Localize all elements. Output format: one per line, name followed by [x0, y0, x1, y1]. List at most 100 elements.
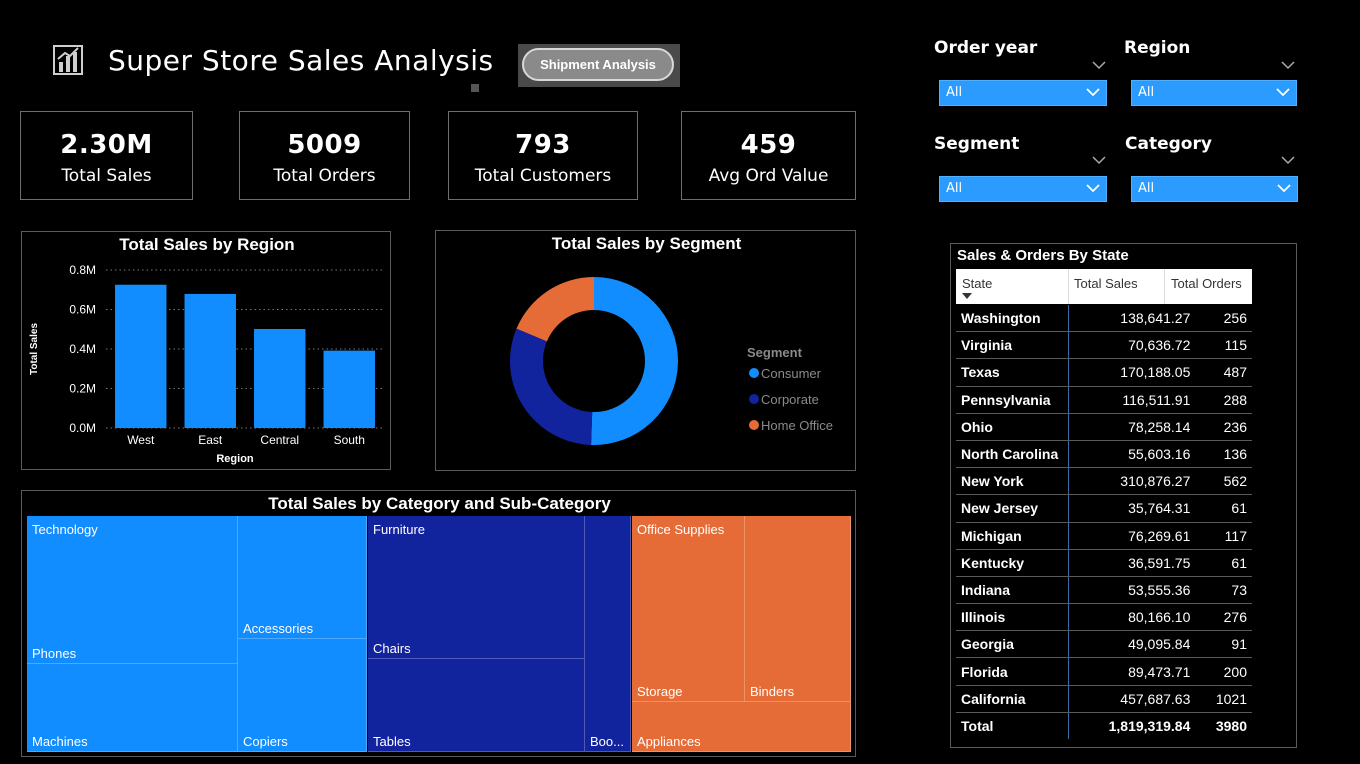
table-row[interactable]: Kentucky 36,591.75 61 — [956, 549, 1252, 577]
chevron-down-icon[interactable] — [1281, 155, 1295, 165]
divider — [1164, 269, 1165, 304]
total-orders-cell: 200 — [1195, 657, 1252, 686]
treemap-cell[interactable]: Copiers — [238, 639, 367, 752]
total-sales-cell: 35,764.31 — [1068, 494, 1196, 523]
treemap-item-label: Accessories — [243, 621, 314, 636]
total-orders-cell: 61 — [1195, 494, 1252, 523]
table-row[interactable]: Illinois 80,166.10 276 — [956, 603, 1252, 632]
table-row[interactable]: North Carolina 55,603.16 136 — [956, 440, 1252, 469]
divider — [1068, 269, 1069, 304]
legend-item[interactable]: Consumer — [761, 366, 822, 381]
treemap-item-label: Machines — [32, 734, 88, 749]
bar[interactable] — [184, 293, 236, 428]
chevron-down-icon — [1086, 88, 1100, 97]
total-sales-cell: 49,095.84 — [1068, 630, 1196, 659]
table-row[interactable]: New Jersey 35,764.31 61 — [956, 494, 1252, 523]
treemap-item-label: Appliances — [637, 734, 701, 749]
kpi-label: Total Sales — [61, 166, 152, 186]
treemap-item-label: Tables — [373, 734, 411, 749]
treemap-cell[interactable]: Machines — [27, 664, 238, 752]
kpi-value: 459 — [740, 130, 797, 160]
total-sales-cell: 89,473.71 — [1068, 657, 1196, 686]
treemap-cell[interactable]: Binders — [745, 516, 851, 702]
column-header-state[interactable]: State — [962, 276, 992, 299]
total-orders-cell: 117 — [1195, 522, 1252, 550]
chart-title: Total Sales by Segment — [551, 234, 742, 253]
legend-title: Segment — [747, 345, 803, 360]
state-name-cell: Florida — [956, 657, 1069, 686]
y-tick-label: 0.2M — [69, 382, 96, 396]
bar[interactable] — [254, 329, 306, 428]
treemap-cell[interactable]: Accessories — [238, 516, 367, 639]
kpi-label: Avg Ord Value — [708, 166, 829, 186]
total-orders-cell: 61 — [1195, 549, 1252, 577]
table-row[interactable]: Texas 170,188.05 487 — [956, 358, 1252, 387]
donut-slice[interactable] — [591, 277, 678, 445]
y-tick-label: 0.0M — [69, 421, 96, 435]
table-row[interactable]: Indiana 53,555.36 73 — [956, 576, 1252, 605]
treemap-cell[interactable]: Furniture Chairs — [368, 516, 585, 659]
donut-slice[interactable] — [516, 277, 594, 342]
y-axis-label: Total Sales — [29, 323, 40, 375]
region-dropdown[interactable]: All — [1131, 80, 1297, 106]
donut-slice[interactable] — [510, 328, 593, 445]
y-tick-label: 0.4M — [69, 342, 96, 356]
table-row[interactable]: Michigan 76,269.61 117 — [956, 522, 1252, 550]
treemap-cell[interactable]: Boo... — [585, 516, 631, 752]
total-orders-cell: 136 — [1195, 440, 1252, 469]
x-tick-label: East — [198, 433, 223, 447]
chevron-down-icon[interactable] — [1281, 60, 1295, 70]
dropdown-value: All — [946, 85, 963, 100]
treemap-cell[interactable]: Tables — [368, 659, 585, 752]
legend-item[interactable]: Home Office — [761, 418, 833, 433]
table-row[interactable]: Georgia 49,095.84 91 — [956, 630, 1252, 659]
table-row[interactable]: Virginia 70,636.72 115 — [956, 331, 1252, 360]
total-orders-cell: 1021 — [1195, 685, 1252, 713]
chart-title: Total Sales by Category and Sub-Category — [268, 494, 611, 513]
state-name-cell: Indiana — [956, 576, 1069, 605]
treemap-group-label: Office Supplies — [637, 522, 725, 537]
category-treemap-panel: Total Sales by Category and Sub-Category… — [21, 490, 856, 757]
table-row[interactable]: Pennsylvania 116,511.91 288 — [956, 386, 1252, 414]
kpi-total-orders: 5009 Total Orders — [239, 111, 410, 200]
bar[interactable] — [115, 284, 167, 428]
total-sales-cell: 76,269.61 — [1068, 522, 1196, 550]
state-name-cell: Georgia — [956, 630, 1069, 659]
treemap-cell[interactable]: Appliances — [632, 702, 851, 752]
shipment-analysis-button[interactable]: Shipment Analysis — [522, 48, 674, 81]
grand-total-orders-cell: 3980 — [1195, 711, 1252, 739]
kpi-value: 793 — [515, 130, 571, 160]
table-row[interactable]: Ohio 78,258.14 236 — [956, 413, 1252, 441]
total-orders-cell: 487 — [1195, 358, 1252, 387]
state-name-cell: Washington — [956, 305, 1069, 333]
filter-label-region: Region — [1124, 38, 1191, 58]
table-row[interactable]: New York 310,876.27 562 — [956, 467, 1252, 496]
chevron-down-icon — [1277, 184, 1291, 193]
segment-chart-panel: Total Sales by Segment Segment Consumer Co… — [435, 230, 856, 471]
order-year-dropdown[interactable]: All — [939, 80, 1107, 106]
category-dropdown[interactable]: All — [1131, 176, 1298, 202]
chevron-down-icon[interactable] — [1092, 155, 1106, 165]
table-row[interactable]: Washington 138,641.27 256 — [956, 305, 1252, 333]
table-row[interactable]: Florida 89,473.71 200 — [956, 657, 1252, 686]
treemap-cell[interactable]: Technology Phones — [27, 516, 238, 664]
state-name-cell: Illinois — [956, 603, 1069, 632]
chevron-down-icon[interactable] — [1092, 60, 1106, 70]
legend-item[interactable]: Corporate — [761, 392, 819, 407]
segment-dropdown[interactable]: All — [939, 176, 1107, 202]
treemap-item-label: Chairs — [373, 641, 411, 656]
legend-marker — [749, 420, 759, 430]
page-title: Super Store Sales Analysis — [108, 44, 494, 77]
total-orders-cell: 91 — [1195, 630, 1252, 659]
column-header-total-sales[interactable]: Total Sales — [1074, 276, 1138, 291]
shipment-analysis-button-frame[interactable]: Shipment Analysis — [518, 44, 680, 87]
state-name-cell: Ohio — [956, 413, 1069, 441]
treemap-cell[interactable]: Office Supplies Storage — [632, 516, 745, 702]
column-header-total-orders[interactable]: Total Orders — [1171, 276, 1242, 291]
total-sales-cell: 53,555.36 — [1068, 576, 1196, 605]
total-sales-cell: 55,603.16 — [1068, 440, 1196, 469]
table-row[interactable]: California 457,687.63 1021 — [956, 685, 1252, 713]
x-tick-label: South — [334, 433, 365, 447]
total-sales-cell: 310,876.27 — [1068, 467, 1196, 496]
bar[interactable] — [323, 350, 375, 428]
